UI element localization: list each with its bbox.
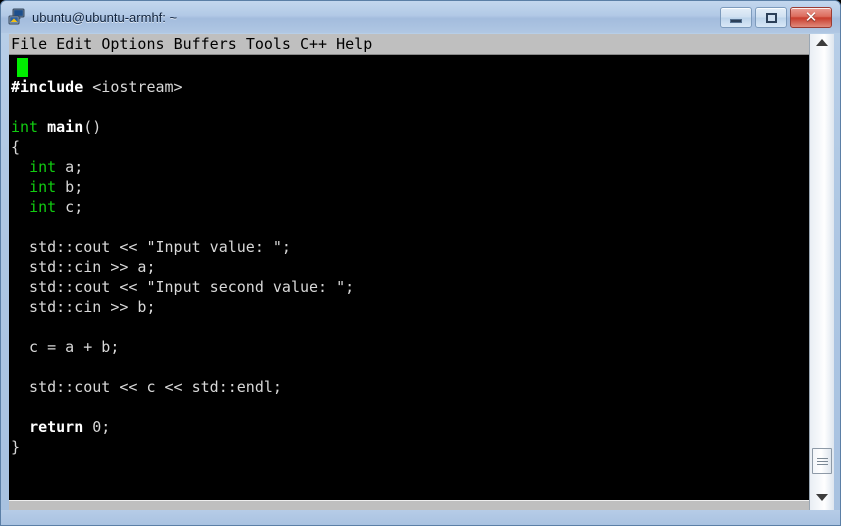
- menu-item-edit[interactable]: Edit: [56, 34, 92, 55]
- code-token-plain: std::cin >> a;: [11, 258, 156, 276]
- minimize-button[interactable]: [720, 7, 752, 28]
- grip-line: [816, 457, 828, 459]
- menu-separator-space: [327, 35, 336, 53]
- menu-bar[interactable]: File Edit Options Buffers Tools C++ Help: [9, 34, 809, 55]
- maximize-button[interactable]: [755, 7, 787, 28]
- menu-item-cpp[interactable]: C++: [300, 34, 327, 55]
- code-line[interactable]: {: [11, 137, 20, 157]
- menu-separator-space: [237, 35, 246, 53]
- code-line[interactable]: int main(): [11, 117, 101, 137]
- scroll-down-arrow-icon[interactable]: [810, 489, 834, 506]
- code-token-plain: std::cout << c << std::endl;: [11, 378, 282, 396]
- code-token-kw: main: [47, 118, 84, 136]
- menu-item-file[interactable]: File: [11, 34, 47, 55]
- code-token-plain: }: [11, 438, 21, 456]
- code-token-kw: #include: [11, 78, 84, 96]
- menu-separator-space: [47, 35, 56, 53]
- title-bar[interactable]: ubuntu@ubuntu-armhf: ~ ✕: [1, 1, 840, 33]
- window-title: ubuntu@ubuntu-armhf: ~: [32, 9, 178, 25]
- code-line[interactable]: std::cout << "Input value: ";: [11, 237, 291, 257]
- buffer-text-area[interactable]: #include <iostream> int main(){ int a; in…: [9, 56, 809, 500]
- scroll-up-arrow-icon[interactable]: [810, 34, 834, 51]
- code-token-plain: c = a + b;: [11, 338, 120, 356]
- menu-separator-space: [92, 35, 101, 53]
- code-line[interactable]: }: [11, 437, 20, 457]
- triangle-down: [816, 494, 828, 501]
- scroll-thumb[interactable]: [812, 448, 832, 474]
- code-token-type: int: [29, 178, 57, 196]
- code-line[interactable]: std::cout << c << std::endl;: [11, 377, 282, 397]
- window-bottom-chrome: [1, 510, 840, 525]
- code-line[interactable]: int c;: [11, 197, 83, 217]
- code-line[interactable]: std::cout << "Input second value: ";: [11, 277, 354, 297]
- code-token-plain: {: [11, 138, 21, 156]
- code-token-plain: std::cout << "Input second value: ";: [11, 278, 355, 296]
- code-line[interactable]: int b;: [11, 177, 83, 197]
- grip-line: [816, 460, 828, 462]
- code-line[interactable]: int a;: [11, 157, 83, 177]
- close-icon: ✕: [804, 8, 818, 26]
- menu-item-buffers[interactable]: Buffers: [174, 34, 237, 55]
- code-token-plain: std::cin >> b;: [11, 298, 156, 316]
- code-token-type: int: [29, 198, 57, 216]
- text-cursor: [17, 58, 28, 77]
- maximize-icon: [765, 12, 777, 23]
- code-line[interactable]: return 0;: [11, 417, 110, 437]
- code-token-type: int: [11, 118, 39, 136]
- code-line[interactable]: std::cin >> b;: [11, 297, 156, 317]
- triangle-up: [816, 39, 828, 46]
- menu-separator-space: [165, 35, 174, 53]
- terminal-network-icon: [8, 8, 26, 26]
- menu-item-options[interactable]: Options: [101, 34, 164, 55]
- code-token-plain: 0;: [83, 418, 111, 436]
- code-token-type: int: [29, 158, 57, 176]
- close-button[interactable]: ✕: [790, 7, 832, 28]
- vertical-scrollbar[interactable]: [809, 34, 834, 521]
- code-line[interactable]: #include <iostream>: [11, 77, 183, 97]
- code-token-plain: std::cout << "Input value: ";: [11, 238, 291, 256]
- emacs-frame: File Edit Options Buffers Tools C++ Help…: [9, 34, 834, 525]
- code-token-plain: <iostream>: [83, 78, 183, 96]
- code-token-plain: c;: [56, 198, 84, 216]
- code-token-plain: (): [83, 118, 102, 136]
- code-token-plain: b;: [56, 178, 84, 196]
- grip-line: [816, 463, 828, 465]
- code-line[interactable]: std::cin >> a;: [11, 257, 156, 277]
- code-token-kw: return: [29, 418, 84, 436]
- menu-item-tools[interactable]: Tools: [246, 34, 291, 55]
- menu-item-help[interactable]: Help: [336, 34, 372, 55]
- emacs-window: ubuntu@ubuntu-armhf: ~ ✕ File Edit Optio…: [0, 0, 841, 526]
- code-line[interactable]: c = a + b;: [11, 337, 119, 357]
- menu-separator-space: [291, 35, 300, 53]
- code-token-plain: a;: [56, 158, 84, 176]
- minimize-icon: [730, 19, 742, 23]
